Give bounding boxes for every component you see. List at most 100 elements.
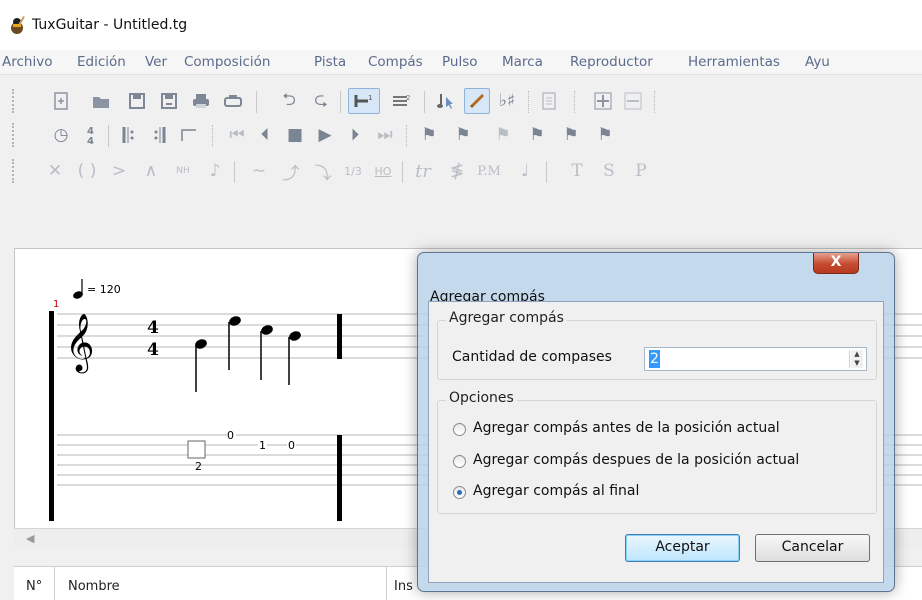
hammer-on-icon[interactable]: HO bbox=[370, 158, 396, 184]
accidentals-icon[interactable]: ♭♯ bbox=[494, 88, 520, 114]
tab-fret-number[interactable]: 2 bbox=[195, 460, 202, 473]
add-marker-icon[interactable]: ⚑ bbox=[416, 122, 442, 148]
radio-button[interactable] bbox=[453, 455, 466, 468]
print-icon[interactable] bbox=[188, 88, 214, 114]
tremolo-picking-icon[interactable]: ≸ bbox=[444, 158, 470, 184]
menu-pulso[interactable]: Pulso bbox=[442, 54, 478, 70]
save-icon[interactable] bbox=[124, 88, 150, 114]
column-number[interactable]: N° bbox=[26, 579, 42, 594]
edit-cursor[interactable] bbox=[187, 440, 206, 459]
tapping-label: T bbox=[571, 161, 583, 181]
ghost-note-icon[interactable]: ( ) bbox=[74, 158, 100, 184]
stop-icon[interactable]: ■ bbox=[282, 122, 308, 148]
bend-icon[interactable]: ⤴ bbox=[278, 158, 304, 184]
measure-number: 1 bbox=[53, 299, 59, 310]
undo-icon[interactable]: ⮌ bbox=[276, 88, 302, 114]
toolbar-handle[interactable] bbox=[12, 159, 17, 183]
heavy-accent-icon[interactable]: ∧ bbox=[138, 158, 164, 184]
toolbar-separator bbox=[528, 91, 529, 113]
options-group-legend: Opciones bbox=[446, 390, 517, 406]
print-preview-icon[interactable] bbox=[220, 88, 246, 114]
toolbar-handle[interactable] bbox=[12, 89, 17, 113]
svg-text:4: 4 bbox=[87, 136, 94, 145]
trill-label: tr bbox=[415, 160, 431, 182]
menu-archivo[interactable]: Archivo bbox=[2, 54, 52, 70]
accent-icon[interactable]: > bbox=[106, 158, 132, 184]
column-name[interactable]: Nombre bbox=[68, 579, 120, 594]
remove-track-icon[interactable] bbox=[620, 88, 646, 114]
add-track-icon[interactable] bbox=[590, 88, 616, 114]
tab-fret-number[interactable]: 1 bbox=[259, 439, 266, 452]
menu-ayuda[interactable]: Ayu bbox=[805, 54, 830, 70]
menu-marca[interactable]: Marca bbox=[502, 54, 543, 70]
last-marker-icon[interactable]: ⚑ bbox=[592, 122, 618, 148]
document-info-icon[interactable] bbox=[536, 88, 562, 114]
previous-marker-icon[interactable]: ⚑ bbox=[524, 122, 550, 148]
spinner-down-icon[interactable]: ▼ bbox=[851, 359, 863, 368]
note[interactable] bbox=[288, 330, 302, 385]
menu-compas[interactable]: Compás bbox=[368, 54, 423, 70]
menu-ver[interactable]: Ver bbox=[145, 54, 167, 70]
scroll-left-icon[interactable]: ◀ bbox=[26, 532, 34, 545]
tab-fret-number[interactable]: 0 bbox=[288, 439, 295, 452]
palm-mute-icon[interactable]: P.M bbox=[476, 158, 502, 184]
note[interactable] bbox=[260, 324, 274, 380]
popping-icon[interactable]: P bbox=[628, 158, 654, 184]
open-file-icon[interactable] bbox=[88, 88, 114, 114]
spinner-up-icon[interactable]: ▲ bbox=[851, 350, 863, 359]
play-icon[interactable]: ▶ bbox=[312, 122, 338, 148]
first-measure-icon[interactable]: ⏮ bbox=[224, 122, 250, 148]
close-button[interactable]: X bbox=[813, 253, 859, 274]
edit-mode-icon[interactable] bbox=[434, 88, 460, 114]
toolbar-separator bbox=[546, 161, 547, 183]
repeat-open-icon[interactable] bbox=[116, 122, 142, 148]
tapping-icon[interactable]: T bbox=[564, 158, 590, 184]
window-title: TuxGuitar - Untitled.tg bbox=[32, 17, 188, 33]
score-view-icon[interactable]: 1 bbox=[348, 88, 380, 114]
menu-edicion[interactable]: Edición bbox=[77, 54, 126, 70]
repeat-close-icon[interactable] bbox=[146, 122, 172, 148]
radio-button-selected[interactable] bbox=[453, 486, 466, 499]
tempo-clock-icon[interactable]: ◷ bbox=[48, 122, 74, 148]
first-marker-icon[interactable]: ⚑ bbox=[490, 122, 516, 148]
trill-icon[interactable]: tr bbox=[410, 158, 436, 184]
menu-reproductor[interactable]: Reproductor bbox=[570, 54, 653, 70]
new-file-icon[interactable] bbox=[48, 88, 74, 114]
previous-measure-icon[interactable]: ⏴ bbox=[252, 122, 278, 148]
radio-button[interactable] bbox=[453, 423, 466, 436]
cancel-button[interactable]: Cancelar bbox=[755, 534, 870, 562]
natural-harmonic-icon[interactable]: NH bbox=[170, 158, 196, 184]
staccato-icon[interactable]: ♩ bbox=[512, 158, 538, 184]
alternative-ending-icon[interactable] bbox=[176, 122, 202, 148]
next-measure-icon[interactable]: ⏵ bbox=[342, 122, 368, 148]
slapping-icon[interactable]: S bbox=[596, 158, 622, 184]
last-measure-icon[interactable]: ⏭ bbox=[372, 122, 398, 148]
marker-list-icon[interactable]: ⚑ bbox=[450, 122, 476, 148]
toolbar-separator bbox=[424, 91, 425, 113]
time-signature-icon[interactable]: 44 bbox=[78, 122, 104, 148]
menu-composicion[interactable]: Composición bbox=[184, 54, 270, 70]
column-instrument[interactable]: Ins bbox=[394, 579, 413, 594]
tab-fret-number[interactable]: 0 bbox=[227, 429, 234, 442]
redo-icon[interactable]: ⮎ bbox=[308, 88, 334, 114]
toolbar-separator bbox=[340, 91, 341, 113]
grace-note-icon[interactable]: ♪ bbox=[202, 158, 228, 184]
toolbar-handle[interactable] bbox=[12, 123, 17, 147]
menu-herramientas[interactable]: Herramientas bbox=[688, 54, 780, 70]
tablature-view-icon[interactable]: 2 bbox=[386, 88, 418, 114]
measure-count-spinner[interactable]: 2 ▲ ▼ bbox=[644, 347, 867, 371]
accept-button[interactable]: Aceptar bbox=[625, 534, 740, 562]
save-as-icon[interactable] bbox=[156, 88, 182, 114]
pen-tool-icon[interactable] bbox=[464, 88, 490, 114]
measure-count-value[interactable]: 2 bbox=[649, 350, 660, 368]
next-marker-icon[interactable]: ⚑ bbox=[558, 122, 584, 148]
note[interactable] bbox=[228, 315, 242, 370]
column-divider[interactable] bbox=[54, 567, 55, 600]
vibrato-icon[interactable]: ∼ bbox=[246, 158, 272, 184]
tremolo-bar-icon[interactable]: ⤵ bbox=[310, 158, 336, 184]
menu-pista[interactable]: Pista bbox=[314, 54, 346, 70]
note[interactable] bbox=[194, 338, 208, 392]
tuplet-icon[interactable]: 1/3 bbox=[340, 158, 366, 184]
column-divider[interactable] bbox=[386, 567, 387, 600]
dead-note-icon[interactable]: ✕ bbox=[42, 158, 68, 184]
